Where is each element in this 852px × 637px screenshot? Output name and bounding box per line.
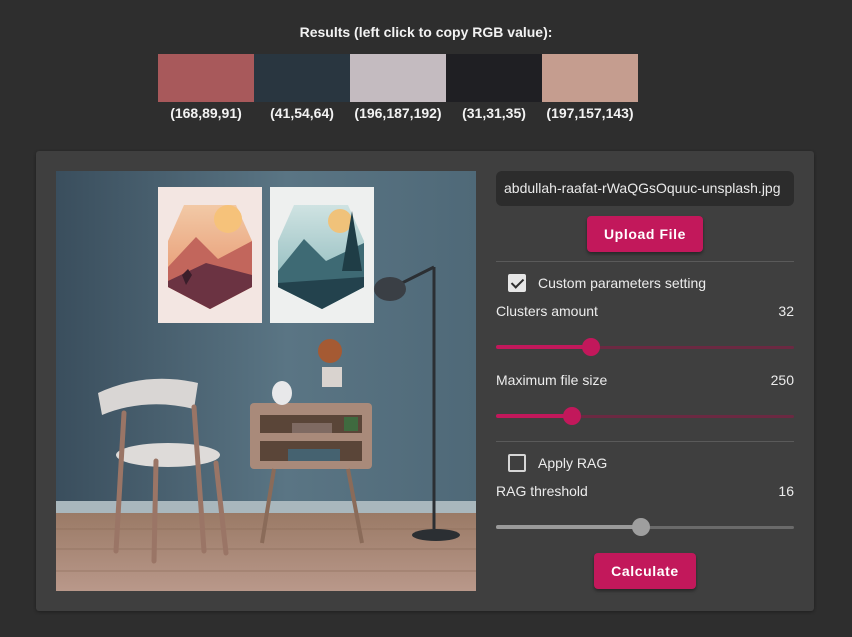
- slider-fill: [496, 525, 641, 529]
- swatch-4[interactable]: (31,31,35): [446, 54, 542, 121]
- apply-rag-label: Apply RAG: [538, 455, 608, 471]
- clusters-row: Clusters amount 32: [496, 303, 794, 321]
- swatch-rgb-label: (41,54,64): [270, 105, 334, 121]
- slider-fill: [496, 414, 572, 418]
- slider-thumb[interactable]: [562, 407, 581, 425]
- rag-threshold-value: 16: [778, 483, 794, 499]
- swatch-1[interactable]: (168,89,91): [158, 54, 254, 121]
- room-photo: [56, 171, 476, 591]
- divider: [496, 441, 794, 442]
- calculate-button[interactable]: Calculate: [594, 553, 696, 589]
- swatch-color[interactable]: [254, 54, 350, 102]
- max-file-size-value: 250: [770, 372, 794, 388]
- swatch-5[interactable]: (197,157,143): [542, 54, 638, 121]
- slider-thumb[interactable]: [631, 518, 650, 536]
- custom-params-label: Custom parameters setting: [538, 275, 707, 291]
- color-swatches: (168,89,91) (41,54,64) (196,187,192) (31…: [158, 54, 638, 121]
- clusters-slider[interactable]: [496, 337, 794, 357]
- max-file-size-row: Maximum file size 250: [496, 372, 794, 390]
- swatch-color[interactable]: [446, 54, 542, 102]
- image-preview: [56, 171, 476, 591]
- rag-threshold-row: RAG threshold 16: [496, 483, 794, 501]
- swatch-color[interactable]: [350, 54, 446, 102]
- swatch-rgb-label: (196,187,192): [354, 105, 442, 121]
- filename-field[interactable]: abdullah-raafat-rWaQGsOquuc-unsplash.jpg: [496, 171, 794, 206]
- apply-rag-checkbox[interactable]: [508, 454, 526, 472]
- slider-thumb[interactable]: [582, 338, 601, 356]
- settings-panel: abdullah-raafat-rWaQGsOquuc-unsplash.jpg…: [36, 151, 814, 611]
- swatch-color[interactable]: [542, 54, 638, 102]
- apply-rag-row[interactable]: Apply RAG: [496, 452, 794, 474]
- custom-params-checkbox[interactable]: [508, 274, 526, 292]
- swatch-3[interactable]: (196,187,192): [350, 54, 446, 121]
- max-file-size-slider[interactable]: [496, 406, 794, 426]
- controls-column: abdullah-raafat-rWaQGsOquuc-unsplash.jpg…: [496, 171, 794, 589]
- swatch-rgb-label: (197,157,143): [546, 105, 634, 121]
- rag-threshold-slider[interactable]: [496, 517, 794, 537]
- rag-threshold-label: RAG threshold: [496, 483, 588, 499]
- results-title: Results (left click to copy RGB value):: [299, 24, 553, 40]
- clusters-label: Clusters amount: [496, 303, 598, 319]
- swatch-2[interactable]: (41,54,64): [254, 54, 350, 121]
- clusters-value: 32: [778, 303, 794, 319]
- slider-fill: [496, 345, 592, 349]
- custom-params-row[interactable]: Custom parameters setting: [496, 272, 794, 294]
- upload-file-button[interactable]: Upload File: [587, 216, 703, 252]
- swatch-color[interactable]: [158, 54, 254, 102]
- divider: [496, 261, 794, 262]
- swatch-rgb-label: (31,31,35): [462, 105, 526, 121]
- swatch-rgb-label: (168,89,91): [170, 105, 242, 121]
- max-file-size-label: Maximum file size: [496, 372, 608, 388]
